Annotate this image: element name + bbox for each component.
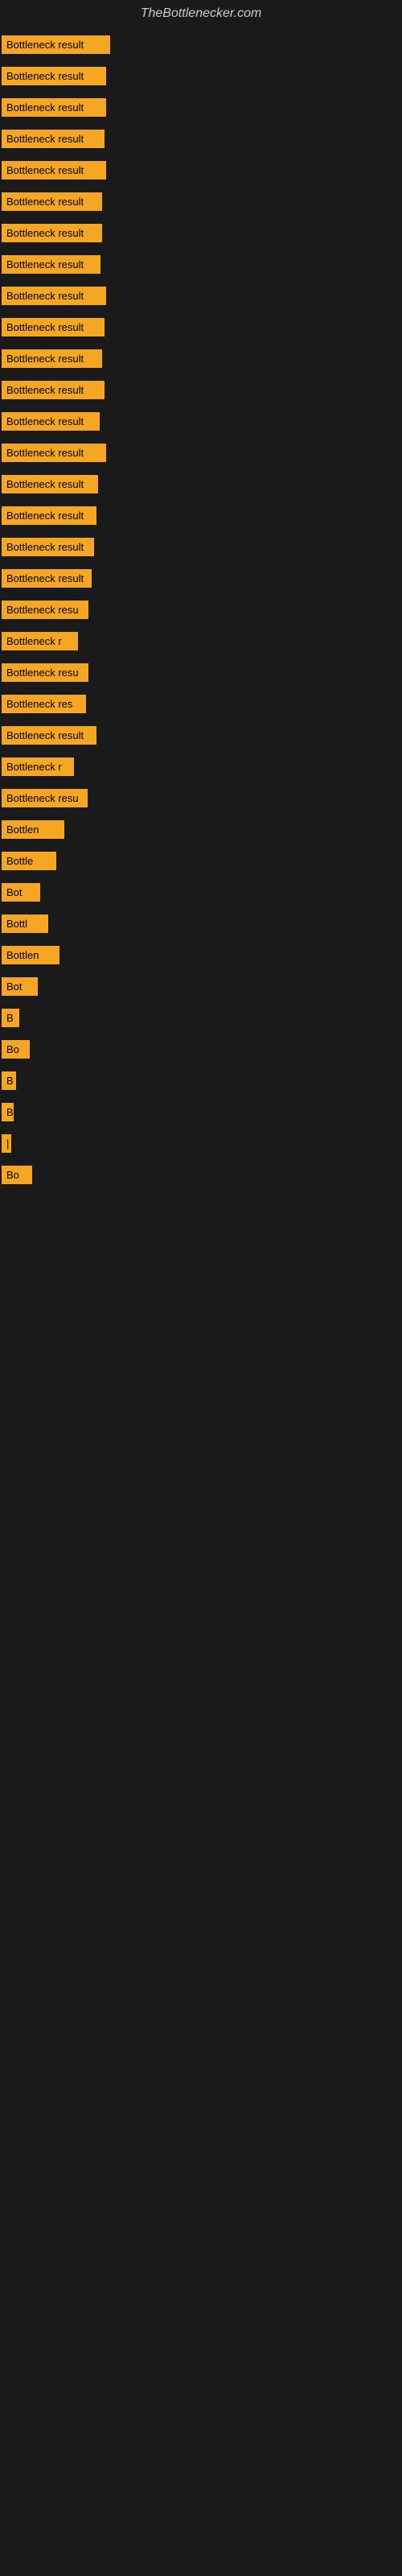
- bottleneck-bar: Bottleneck resu: [2, 789, 88, 807]
- bar-row: Bottlen: [0, 815, 402, 844]
- bottleneck-bar: Bottleneck res: [2, 695, 86, 713]
- bottleneck-bar: Bot: [2, 883, 40, 902]
- bar-row: Bottleneck result: [0, 345, 402, 373]
- bar-row: Bottleneck result: [0, 219, 402, 247]
- bar-row: Bottleneck resu: [0, 784, 402, 812]
- bar-row: Bottleneck resu: [0, 658, 402, 687]
- bar-row: Bottl: [0, 910, 402, 938]
- bar-row: Bottleneck result: [0, 125, 402, 153]
- bar-row: Bottleneck result: [0, 721, 402, 749]
- bottleneck-bar: B: [2, 1009, 19, 1027]
- bar-row: Bottleneck resu: [0, 596, 402, 624]
- bottleneck-bar: Bottle: [2, 852, 56, 870]
- bottleneck-bar: Bottleneck r: [2, 758, 74, 776]
- bar-row: Bottleneck result: [0, 533, 402, 561]
- bottleneck-bar: B: [2, 1103, 14, 1121]
- bars-container: Bottleneck result Bottleneck result Bottle…: [0, 31, 402, 1189]
- bar-row: Bottleneck result: [0, 62, 402, 90]
- bar-row: Bottleneck result: [0, 250, 402, 279]
- bar-row: Bottleneck result: [0, 502, 402, 530]
- bottleneck-bar: Bottlen: [2, 820, 64, 839]
- bar-row: Bottleneck result: [0, 470, 402, 498]
- bottleneck-bar: Bottleneck result: [2, 349, 102, 368]
- bottleneck-bar: Bo: [2, 1040, 30, 1059]
- bar-row: Bottleneck res: [0, 690, 402, 718]
- bottleneck-bar: Bottleneck result: [2, 444, 106, 462]
- bottleneck-bar: Bottleneck result: [2, 381, 105, 399]
- bottleneck-bar: Bottleneck result: [2, 224, 102, 242]
- bar-row: B: [0, 1098, 402, 1126]
- bottleneck-bar: Bottleneck result: [2, 161, 106, 180]
- bottleneck-bar: Bottleneck result: [2, 35, 110, 54]
- bottleneck-bar: Bottleneck resu: [2, 601, 88, 619]
- bottleneck-bar: Bottleneck r: [2, 632, 78, 650]
- bottleneck-bar: Bottleneck result: [2, 130, 105, 148]
- bar-row: Bottleneck result: [0, 439, 402, 467]
- bottleneck-bar: Bottl: [2, 914, 48, 933]
- bar-row: Bottleneck result: [0, 93, 402, 122]
- bar-row: Bottleneck result: [0, 407, 402, 436]
- bottleneck-bar: Bo: [2, 1166, 32, 1184]
- bar-row: Bottleneck r: [0, 627, 402, 655]
- bottleneck-bar: Bottleneck result: [2, 412, 100, 431]
- bar-row: |: [0, 1129, 402, 1158]
- bottleneck-bar: Bottleneck result: [2, 255, 100, 274]
- bar-row: Bottlen: [0, 941, 402, 969]
- bottleneck-bar: Bottleneck resu: [2, 663, 88, 682]
- bar-row: Bottleneck result: [0, 282, 402, 310]
- bar-row: Bottleneck result: [0, 156, 402, 184]
- bottleneck-bar: Bot: [2, 977, 38, 996]
- bottleneck-bar: Bottleneck result: [2, 192, 102, 211]
- bottleneck-bar: Bottleneck result: [2, 569, 92, 588]
- bar-row: Bottleneck result: [0, 564, 402, 592]
- bottleneck-bar: Bottleneck result: [2, 318, 105, 336]
- bottleneck-bar: Bottlen: [2, 946, 59, 964]
- bar-row: Bo: [0, 1161, 402, 1189]
- bar-row: Bot: [0, 878, 402, 906]
- bottleneck-bar: Bottleneck result: [2, 506, 96, 525]
- bottleneck-bar: Bottleneck result: [2, 726, 96, 745]
- bottleneck-bar: B: [2, 1071, 16, 1090]
- bottleneck-bar: Bottleneck result: [2, 538, 94, 556]
- bar-row: Bottleneck result: [0, 188, 402, 216]
- bar-row: Bottleneck result: [0, 313, 402, 341]
- bar-row: B: [0, 1067, 402, 1095]
- bottleneck-bar: Bottleneck result: [2, 98, 106, 117]
- site-title: TheBottlenecker.com: [0, 0, 402, 27]
- bar-row: Bottleneck result: [0, 31, 402, 59]
- bottleneck-bar: Bottleneck result: [2, 67, 106, 85]
- bar-row: Bottle: [0, 847, 402, 875]
- bar-row: Bottleneck result: [0, 376, 402, 404]
- bottleneck-bar: Bottleneck result: [2, 475, 98, 493]
- bar-row: Bo: [0, 1035, 402, 1063]
- bar-row: Bot: [0, 972, 402, 1001]
- bar-row: Bottleneck r: [0, 753, 402, 781]
- bar-row: B: [0, 1004, 402, 1032]
- bottleneck-bar: |: [2, 1134, 11, 1153]
- bottleneck-bar: Bottleneck result: [2, 287, 106, 305]
